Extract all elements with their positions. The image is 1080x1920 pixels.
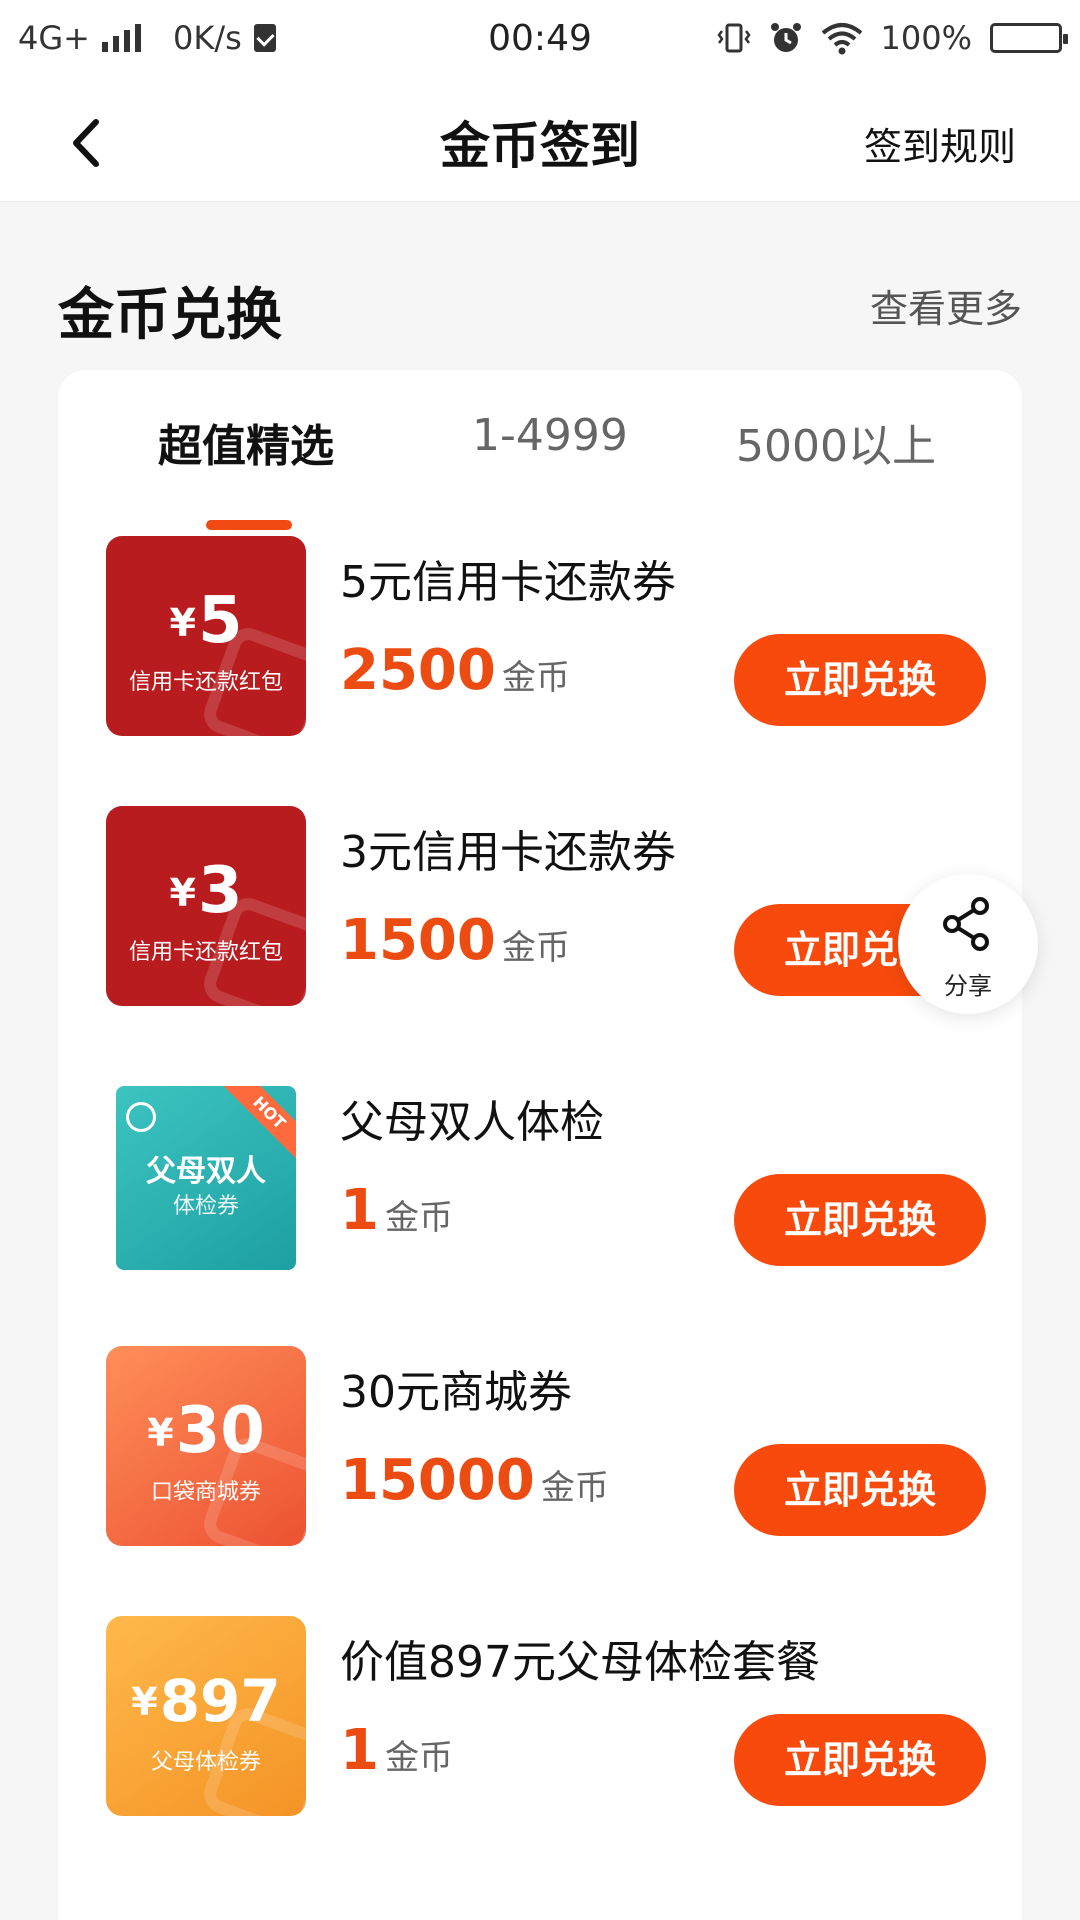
share-label: 分享 xyxy=(944,972,992,1000)
item-title: 30元商城券 xyxy=(340,1367,572,1418)
notification-check-icon xyxy=(253,24,276,52)
wifi-icon xyxy=(821,23,862,55)
redeem-button[interactable]: 立即兑换 xyxy=(734,1174,986,1266)
coupon-thumbnail[interactable]: ¥3 信用卡还款红包 xyxy=(106,806,306,1006)
network-type: 4G+ xyxy=(18,19,90,57)
battery-icon xyxy=(990,23,1068,53)
vibrate-icon xyxy=(716,23,751,53)
item-price: 1500 金币 xyxy=(340,908,570,973)
item-price: 15000 金币 xyxy=(340,1448,609,1513)
coupon-thumbnail[interactable]: ¥30 口袋商城券 xyxy=(106,1346,306,1546)
status-time: 00:49 xyxy=(488,17,592,59)
list-item: HOT 父母双人 体检券 父母双人体检 1 金币 立即兑换 xyxy=(106,1076,986,1282)
page: 4G+ 0K/s 00:49 100% 金币签到 签到规则 金币兑换 查看更多 … xyxy=(0,0,1080,1920)
redeem-button[interactable]: 立即兑换 xyxy=(734,1444,986,1536)
share-button[interactable]: 分享 xyxy=(898,874,1038,1014)
status-bar: 4G+ 0K/s 00:49 100% xyxy=(0,0,1080,76)
item-price: 1 金币 xyxy=(340,1178,453,1243)
tab-bar: 超值精选 1-4999 5000以上 xyxy=(58,410,1022,530)
see-more-link[interactable]: 查看更多 xyxy=(870,278,1022,333)
list-item: ¥30 口袋商城券 30元商城券 15000 金币 立即兑换 xyxy=(106,1346,986,1552)
thumb-title: 父母双人 xyxy=(146,1154,266,1189)
battery-percent: 100% xyxy=(880,19,972,57)
exchange-card: 超值精选 1-4999 5000以上 ¥5 信用卡还款红包 5元信用卡还款券 2… xyxy=(58,370,1022,1920)
signal-icon xyxy=(101,24,141,52)
status-right: 100% xyxy=(642,19,1068,57)
list-item: ¥3 信用卡还款红包 3元信用卡还款券 1500 金币 立即兑换 xyxy=(106,806,986,1012)
redeem-button[interactable]: 立即兑换 xyxy=(734,1714,986,1806)
item-title: 父母双人体检 xyxy=(340,1097,604,1148)
tab-1-4999[interactable]: 1-4999 xyxy=(472,410,628,461)
tab-featured[interactable]: 超值精选 xyxy=(158,410,334,474)
doctor-icon xyxy=(126,1102,156,1132)
item-title: 价值897元父母体检套餐 xyxy=(340,1637,820,1688)
nav-bar: 金币签到 签到规则 xyxy=(0,76,1080,202)
item-title: 5元信用卡还款券 xyxy=(340,557,676,608)
tab-indicator xyxy=(206,520,292,530)
list-item: ¥5 信用卡还款红包 5元信用卡还款券 2500 金币 立即兑换 xyxy=(106,536,986,742)
rules-link[interactable]: 签到规则 xyxy=(864,116,1016,171)
item-price: 2500 金币 xyxy=(340,638,570,703)
thumb-subtitle: 体检券 xyxy=(172,1194,239,1219)
network-speed: 0K/s xyxy=(172,19,242,57)
coupon-thumbnail[interactable]: ¥5 信用卡还款红包 xyxy=(106,536,306,736)
section-title: 金币兑换 xyxy=(58,283,282,348)
coupon-thumbnail[interactable]: HOT 父母双人 体检券 xyxy=(116,1086,296,1270)
tab-5000-plus[interactable]: 5000以上 xyxy=(736,410,936,474)
share-icon xyxy=(943,897,989,951)
coupon-thumbnail[interactable]: ¥897 父母体检券 xyxy=(106,1616,306,1816)
item-title: 3元信用卡还款券 xyxy=(340,827,676,878)
redeem-button[interactable]: 立即兑换 xyxy=(734,634,986,726)
alarm-icon xyxy=(770,23,801,52)
list-item: ¥897 父母体检券 价值897元父母体检套餐 1 金币 立即兑换 xyxy=(106,1616,986,1822)
item-price: 1 金币 xyxy=(340,1718,453,1783)
status-left: 4G+ 0K/s xyxy=(18,19,438,57)
